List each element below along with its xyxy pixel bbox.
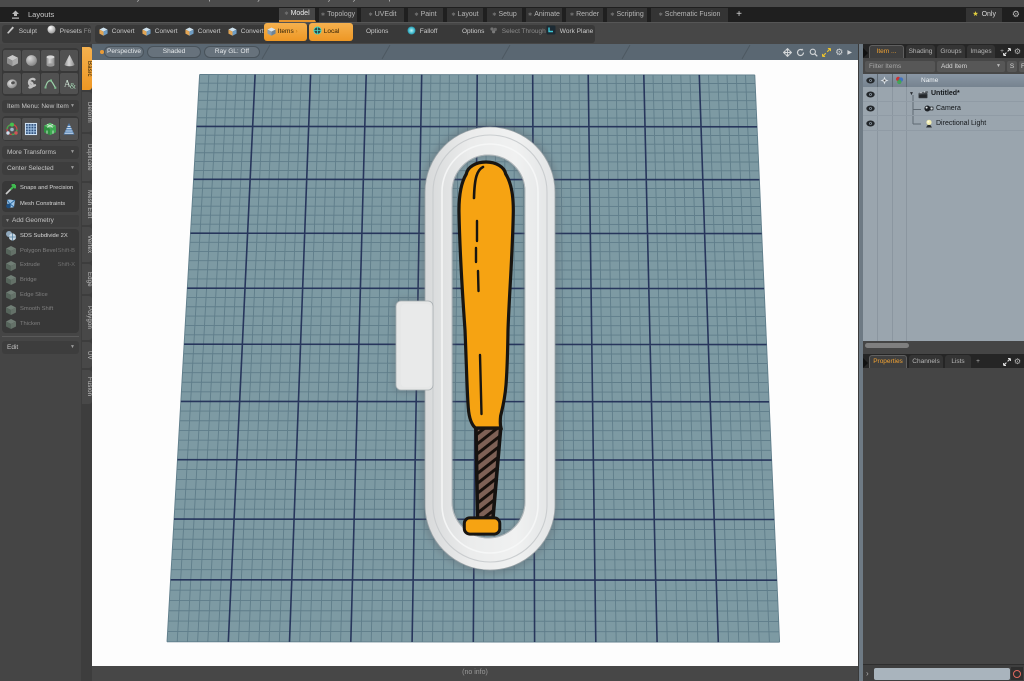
svg-text:&: &: [69, 81, 75, 90]
